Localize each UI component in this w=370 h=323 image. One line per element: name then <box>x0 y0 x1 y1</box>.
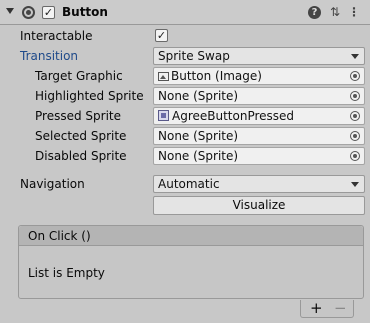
list-footer: + − <box>300 299 354 318</box>
sprite-icon <box>158 110 169 121</box>
transition-label: Transition <box>20 49 79 63</box>
pressed-sprite-label: Pressed Sprite <box>35 109 121 123</box>
list-empty-text: List is Empty <box>28 266 105 280</box>
component-icon <box>22 6 35 19</box>
object-picker-icon[interactable] <box>350 71 360 81</box>
context-menu-icon[interactable]: ⋮ <box>346 4 362 20</box>
on-click-header: On Click () <box>19 226 363 246</box>
on-click-event-list: On Click () List is Empty <box>18 225 364 299</box>
dropdown-arrow-icon <box>351 54 359 59</box>
object-picker-icon[interactable] <box>350 131 360 141</box>
selected-sprite-field[interactable]: None (Sprite) <box>153 127 365 145</box>
highlighted-sprite-label: Highlighted Sprite <box>35 89 144 103</box>
interactable-label: Interactable <box>20 29 93 43</box>
disabled-sprite-value: None (Sprite) <box>158 149 239 163</box>
object-picker-icon[interactable] <box>350 91 360 101</box>
pressed-sprite-field[interactable]: AgreeButtonPressed <box>153 107 365 125</box>
highlighted-sprite-field[interactable]: None (Sprite) <box>153 87 365 105</box>
dropdown-arrow-icon <box>351 182 359 187</box>
pressed-sprite-value: AgreeButtonPressed <box>172 109 295 123</box>
object-picker-icon[interactable] <box>350 111 360 121</box>
foldout-arrow-icon[interactable] <box>6 8 14 14</box>
visualize-button[interactable]: Visualize <box>153 196 365 215</box>
target-graphic-label: Target Graphic <box>35 69 123 83</box>
navigation-label: Navigation <box>20 177 85 191</box>
transition-value: Sprite Swap <box>158 49 230 63</box>
disabled-sprite-field[interactable]: None (Sprite) <box>153 147 365 165</box>
help-icon[interactable]: ? <box>308 6 321 19</box>
navigation-value: Automatic <box>158 177 220 191</box>
object-picker-icon[interactable] <box>350 151 360 161</box>
component-enabled-checkbox[interactable]: ✓ <box>42 6 55 19</box>
interactable-checkbox[interactable]: ✓ <box>155 29 168 42</box>
add-icon[interactable]: + <box>310 299 323 317</box>
presets-icon[interactable]: ⇅ <box>327 4 343 20</box>
component-title: Button <box>62 5 108 19</box>
selected-sprite-value: None (Sprite) <box>158 129 239 143</box>
highlighted-sprite-value: None (Sprite) <box>158 89 239 103</box>
component-header[interactable]: ✓ Button ? ⇅ ⋮ <box>0 0 370 25</box>
target-graphic-field[interactable]: Button (Image) <box>153 67 365 85</box>
selected-sprite-label: Selected Sprite <box>35 129 127 143</box>
disabled-sprite-label: Disabled Sprite <box>35 149 127 163</box>
image-icon <box>158 72 169 81</box>
transition-dropdown[interactable]: Sprite Swap <box>153 47 365 65</box>
inspector-panel: ✓ Button ? ⇅ ⋮ Interactable ✓ Transition… <box>0 0 370 323</box>
target-graphic-value: Button (Image) <box>171 69 262 83</box>
navigation-dropdown[interactable]: Automatic <box>153 175 365 193</box>
remove-icon[interactable]: − <box>334 299 347 317</box>
